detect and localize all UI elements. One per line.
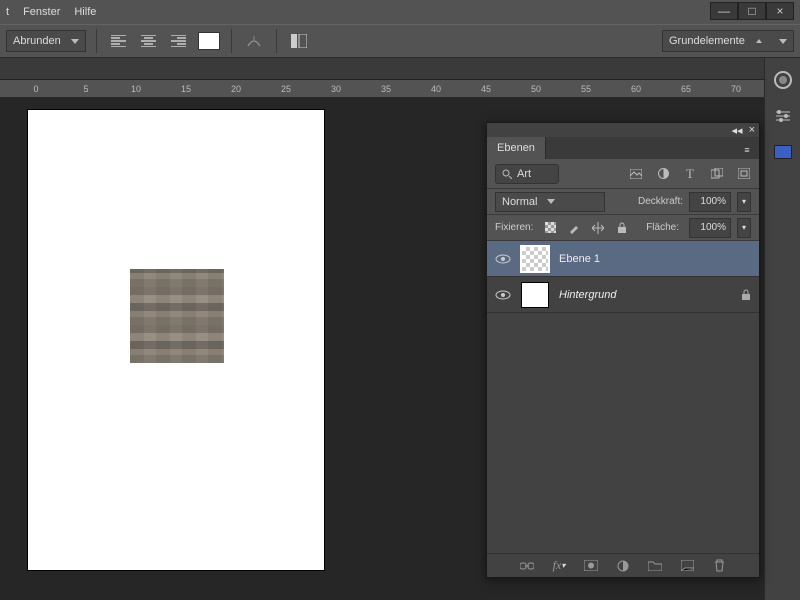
- options-bar: Abrunden Grundelemente: [0, 24, 800, 58]
- align-left-button[interactable]: [107, 29, 131, 53]
- color-swatch[interactable]: [197, 29, 221, 53]
- opacity-stepper[interactable]: ▾: [737, 192, 751, 212]
- visibility-toggle-icon[interactable]: [495, 287, 511, 303]
- align-center-button[interactable]: [137, 29, 161, 53]
- layer-filter-dropdown[interactable]: Art: [495, 164, 559, 184]
- opacity-label: Deckkraft:: [638, 196, 683, 207]
- menu-bar: t Fenster Hilfe: [0, 0, 800, 24]
- maximize-button[interactable]: □: [738, 2, 766, 20]
- lock-icon: [741, 289, 751, 301]
- layers-panel-footer: fx▾: [487, 553, 759, 577]
- filter-adjustment-icon[interactable]: [656, 167, 670, 181]
- minimize-button[interactable]: —: [710, 2, 738, 20]
- menu-item-window[interactable]: Fenster: [23, 6, 60, 18]
- filter-shape-icon[interactable]: [710, 167, 724, 181]
- opacity-input[interactable]: 100%: [689, 192, 731, 212]
- link-layers-icon[interactable]: [520, 559, 534, 573]
- layer-name[interactable]: Hintergrund: [559, 289, 731, 301]
- layer-thumbnail[interactable]: [521, 282, 549, 308]
- layer-group-icon[interactable]: [648, 559, 662, 573]
- panels-toggle-button[interactable]: [287, 29, 311, 53]
- lock-label: Fixieren:: [495, 222, 533, 233]
- lock-position-icon[interactable]: [591, 221, 605, 235]
- blend-mode-dropdown[interactable]: Normal: [495, 192, 605, 212]
- warp-text-button[interactable]: [242, 29, 266, 53]
- lock-all-icon[interactable]: [615, 221, 629, 235]
- layer-row[interactable]: Ebene 1: [487, 241, 759, 277]
- layers-tab[interactable]: Ebenen: [487, 137, 546, 159]
- panel-menu-icon[interactable]: ≡: [738, 143, 756, 157]
- rounding-dropdown[interactable]: Abrunden: [6, 30, 86, 52]
- filter-pixel-icon[interactable]: [629, 167, 643, 181]
- fill-input[interactable]: 100%: [689, 218, 731, 238]
- workspace-dropdown[interactable]: Grundelemente: [662, 30, 794, 52]
- close-button[interactable]: ×: [766, 2, 794, 20]
- layer-thumbnail[interactable]: [521, 246, 549, 272]
- fill-label: Fläche:: [646, 222, 679, 233]
- panel-close-icon[interactable]: ×: [749, 124, 755, 136]
- menu-item-help[interactable]: Hilfe: [74, 6, 96, 18]
- panel-header[interactable]: ◂◂ ×: [487, 123, 759, 137]
- adjustment-layer-icon[interactable]: [616, 559, 630, 573]
- collapsed-panels-strip: [764, 58, 800, 600]
- layers-list: Ebene 1 Hintergrund: [487, 241, 759, 553]
- fill-stepper[interactable]: ▾: [737, 218, 751, 238]
- document-tab-bar[interactable]: [0, 58, 764, 80]
- texture-image: [130, 269, 224, 363]
- search-icon: [502, 169, 512, 179]
- adjustments-panel-icon[interactable]: [769, 102, 797, 130]
- layer-row[interactable]: Hintergrund: [487, 277, 759, 313]
- visibility-toggle-icon[interactable]: [495, 251, 511, 267]
- layer-style-icon[interactable]: fx▾: [552, 559, 566, 573]
- lock-transparency-icon[interactable]: [543, 221, 557, 235]
- filter-smart-icon[interactable]: [737, 167, 751, 181]
- color-panel-icon[interactable]: [769, 66, 797, 94]
- swatches-panel-icon[interactable]: [769, 138, 797, 166]
- layers-panel: ◂◂ × Ebenen ≡ Art T Normal Deckkraft: 10…: [486, 122, 760, 578]
- canvas[interactable]: [28, 110, 324, 570]
- new-layer-icon[interactable]: [680, 559, 694, 573]
- panel-collapse-icon[interactable]: ◂◂: [732, 124, 743, 137]
- filter-type-icon[interactable]: T: [683, 167, 697, 181]
- horizontal-ruler: 0 5 10 15 20 25 30 35 40 45 50 55 60 65 …: [0, 80, 764, 98]
- align-right-button[interactable]: [167, 29, 191, 53]
- layer-name[interactable]: Ebene 1: [559, 253, 751, 265]
- lock-pixels-icon[interactable]: [567, 221, 581, 235]
- delete-layer-icon[interactable]: [712, 559, 726, 573]
- menu-item-t[interactable]: t: [6, 6, 9, 18]
- layer-mask-icon[interactable]: [584, 559, 598, 573]
- window-controls: — □ ×: [710, 2, 794, 20]
